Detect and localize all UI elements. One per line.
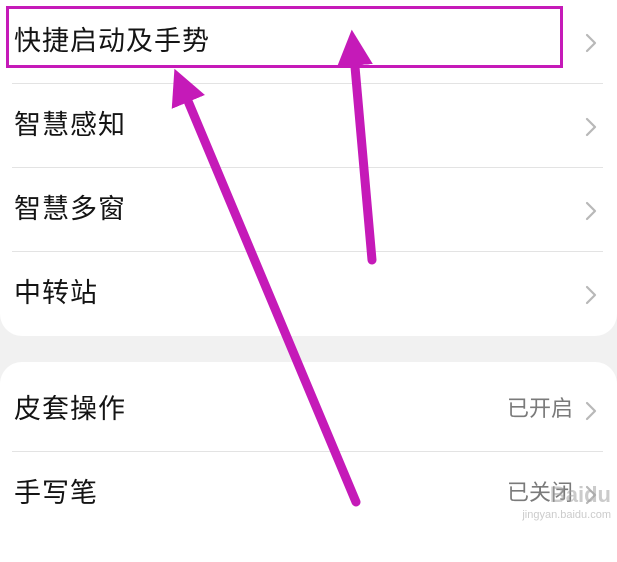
watermark: Baidu jingyan.baidu.com [491, 482, 611, 526]
watermark-brand: Baidu [549, 482, 611, 507]
arrow-lower [171, 68, 361, 507]
annotation-arrows [171, 29, 377, 507]
arrow-upper [336, 29, 377, 265]
watermark-subtitle: jingyan.baidu.com [522, 509, 611, 521]
